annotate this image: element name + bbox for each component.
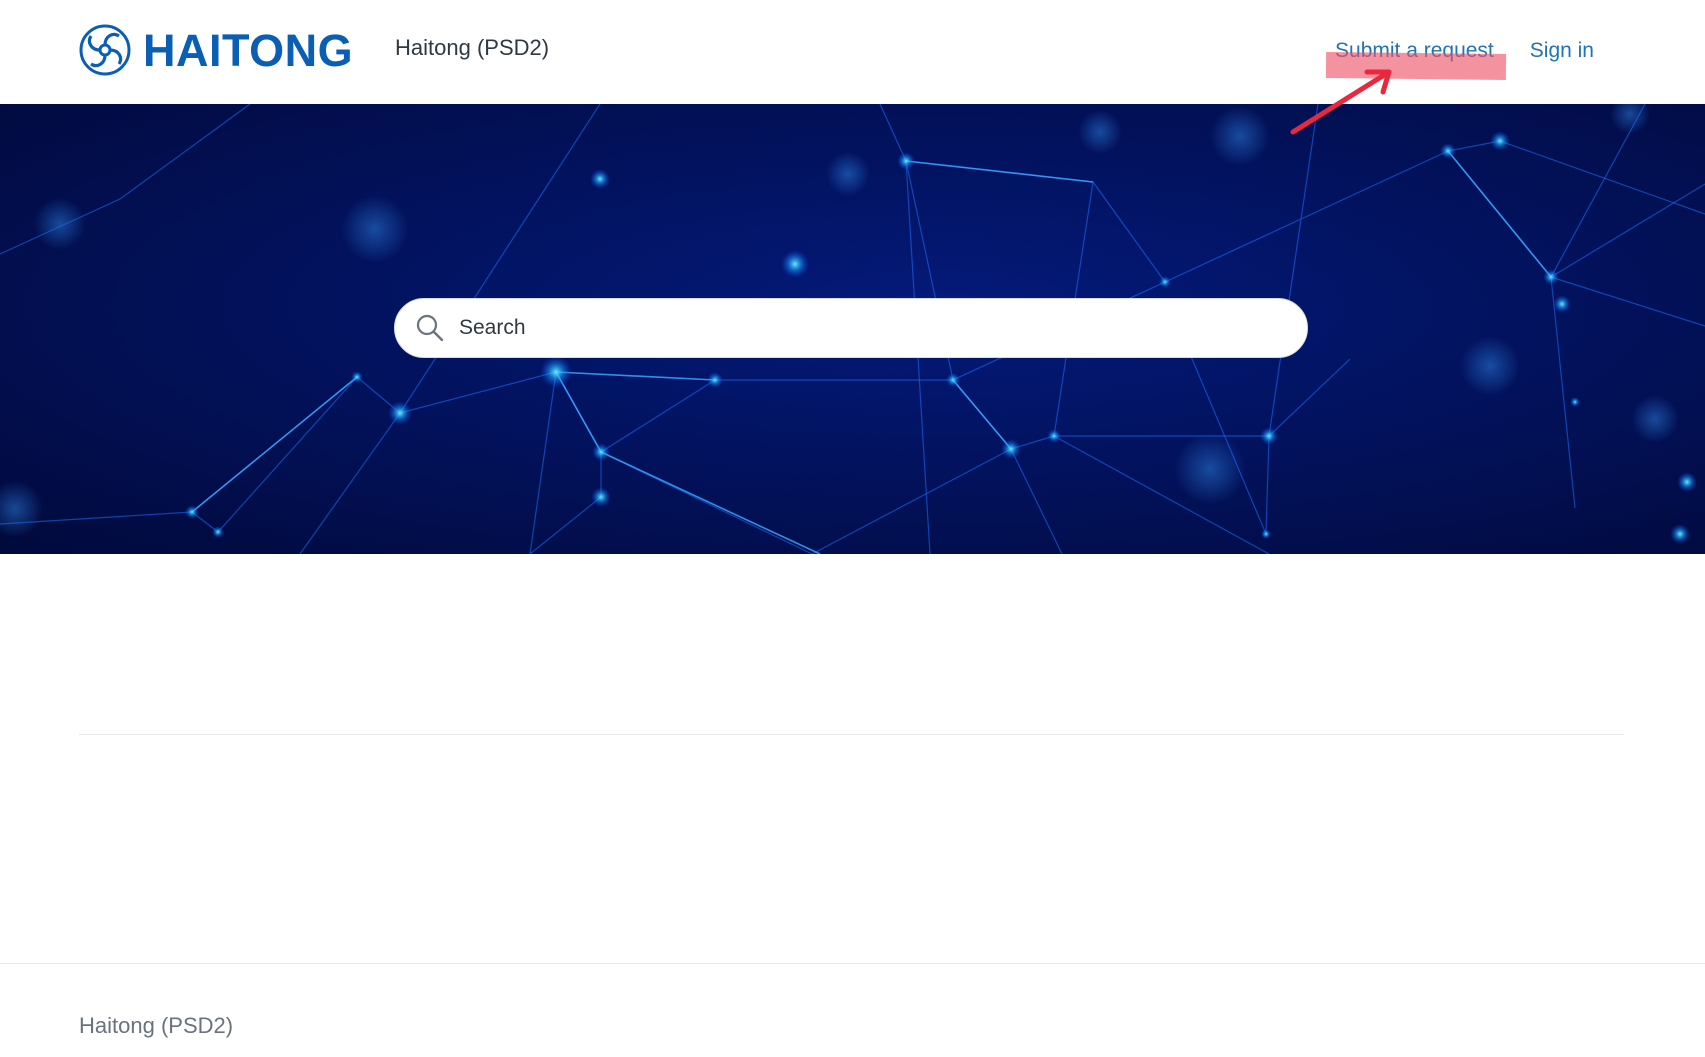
brand-name: Haitong (PSD2) xyxy=(395,35,550,60)
footer-divider xyxy=(0,963,1705,964)
logo-wordmark: HAITONG xyxy=(143,24,354,76)
haitong-logo-icon xyxy=(79,24,131,76)
site-header: HAITONG Haitong (PSD2) Submit a request … xyxy=(0,0,1705,104)
search-icon xyxy=(416,314,444,342)
home-logo-link[interactable]: HAITONG xyxy=(79,24,353,76)
arrow-icon xyxy=(1290,69,1392,135)
search-input[interactable] xyxy=(457,308,1307,348)
footer-brand-name: Haitong (PSD2) xyxy=(79,1013,234,1038)
content-divider xyxy=(79,734,1624,735)
sign-in-link[interactable]: Sign in xyxy=(1530,37,1594,65)
search-bar[interactable] xyxy=(394,298,1308,358)
hero-banner xyxy=(0,104,1705,554)
